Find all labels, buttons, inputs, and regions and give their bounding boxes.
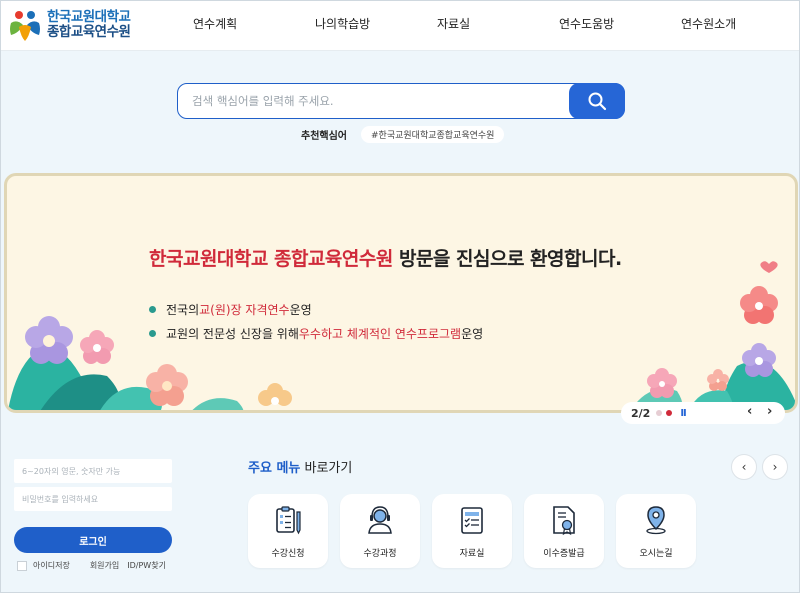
save-id-label[interactable]: 아이디저장	[33, 560, 70, 571]
bullet-highlight: 교(원)장 자격연수	[199, 303, 290, 317]
nav-item-training-plan[interactable]: 연수계획	[193, 15, 237, 32]
checklist-icon	[461, 507, 483, 534]
login-password-input[interactable]	[14, 487, 172, 511]
pager-count: 2/2	[631, 406, 651, 420]
main-menu-title: 주요 메뉴 바로가기	[248, 457, 352, 476]
search-input[interactable]	[192, 84, 562, 117]
menu-card-label: 수강과정	[363, 549, 397, 559]
menu-next-button[interactable]: ›	[762, 454, 788, 480]
certificate-icon	[553, 506, 575, 536]
join-link[interactable]: 회원가입	[90, 560, 119, 571]
nav-item-about[interactable]: 연수원소개	[681, 15, 736, 32]
recommend-keywords: 추천핵심어 #한국교원대학교종합교육연수원	[301, 125, 505, 143]
welcome-banner: 한국교원대학교 종합교육연수원 방문을 진심으로 환영합니다. 전국의 교(원)…	[4, 173, 798, 413]
bullet-text: 운영	[289, 303, 312, 317]
search-button[interactable]	[569, 82, 625, 119]
bullet-dot-icon	[149, 330, 156, 337]
menu-card-label: 자료실	[459, 549, 485, 559]
logo[interactable]: 한국교원대학교 종합교육연수원	[7, 7, 147, 43]
menu-card-certificate[interactable]: 이수증발급	[524, 494, 604, 568]
logo-text-line1: 한국교원대학교	[47, 9, 131, 25]
nav-item-library[interactable]: 자료실	[437, 15, 470, 32]
menu-card-label: 오시는길	[639, 549, 673, 559]
find-id-pw-link[interactable]: ID/PW찾기	[127, 560, 166, 571]
header: 한국교원대학교 종합교육연수원 연수계획 나의학습방 자료실 연수도움방 연수원…	[1, 1, 799, 51]
menu-card-label: 수강신청	[271, 549, 305, 559]
menu-card-enroll[interactable]: 수강신청	[248, 494, 328, 568]
logo-mark-icon	[7, 7, 43, 43]
menu-card-courses[interactable]: 수강과정	[340, 494, 420, 568]
menu-card-label: 이수증발급	[543, 549, 585, 559]
pager-dot-active[interactable]	[666, 410, 673, 416]
nav-item-my-study[interactable]: 나의학습방	[315, 15, 370, 32]
banner-pager: 2/2 II ‹ ›	[621, 402, 785, 424]
pager-dot[interactable]	[656, 410, 663, 416]
menu-card-library[interactable]: 자료실	[432, 494, 512, 568]
page: 한국교원대학교 종합교육연수원 연수계획 나의학습방 자료실 연수도움방 연수원…	[0, 0, 800, 593]
banner-title: 한국교원대학교 종합교육연수원 방문을 진심으로 환영합니다.	[149, 244, 622, 271]
flower-decoration-icon	[8, 261, 795, 410]
login-links: 아이디저장 회원가입 ID/PW찾기	[17, 560, 166, 571]
menu-title-rest: 바로가기	[300, 461, 353, 476]
search-icon	[588, 92, 607, 110]
recommend-label: 추천핵심어	[301, 130, 347, 142]
search-box	[177, 82, 625, 119]
bullet-dot-icon	[149, 306, 156, 313]
map-pin-icon	[646, 506, 666, 535]
banner-title-rest: 방문을 진심으로 환영합니다.	[392, 248, 622, 270]
login-id-input[interactable]	[14, 459, 172, 483]
banner-bullet-2: 교원의 전문성 신장을 위해 우수하고 체계적인 연수프로그램 운영	[149, 325, 483, 342]
menu-title-bold: 주요 메뉴	[248, 461, 301, 476]
menu-prev-button[interactable]: ‹	[731, 454, 757, 480]
bullet-highlight: 우수하고 체계적인 연수프로그램	[298, 327, 462, 341]
save-id-checkbox[interactable]	[17, 560, 27, 571]
banner-next-button[interactable]: ›	[767, 404, 772, 419]
headset-person-icon	[368, 506, 392, 534]
bullet-text: 운영	[461, 327, 484, 341]
bullet-text: 전국의	[166, 303, 200, 317]
bullet-text: 교원의 전문성 신장을 위해	[166, 327, 299, 341]
login-button[interactable]: 로그인	[14, 527, 172, 553]
banner-bullet-1: 전국의 교(원)장 자격연수 운영	[149, 301, 312, 318]
menu-card-directions[interactable]: 오시는길	[616, 494, 696, 568]
pause-button[interactable]: II	[680, 408, 687, 419]
banner-prev-button[interactable]: ‹	[747, 404, 752, 419]
clipboard-pen-icon	[276, 506, 301, 535]
nav-item-help[interactable]: 연수도움방	[559, 15, 614, 32]
logo-text-line2: 종합교육연수원	[47, 24, 131, 40]
banner-title-highlight: 한국교원대학교 종합교육연수원	[149, 248, 393, 270]
recommend-tag[interactable]: #한국교원대학교종합교육연수원	[361, 125, 505, 143]
